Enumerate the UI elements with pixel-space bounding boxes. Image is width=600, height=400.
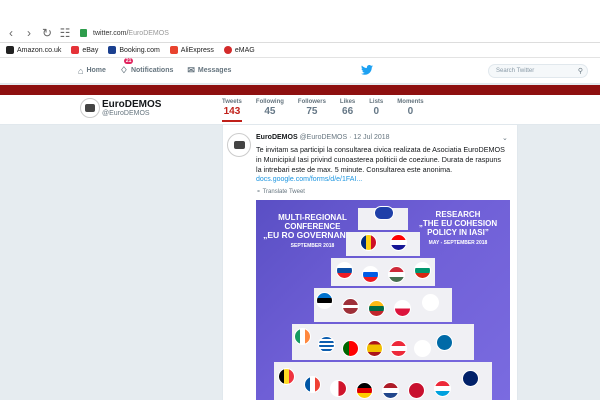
bookmark-amazon[interactable]: Amazon.co.uk xyxy=(6,46,61,54)
browser-top-area xyxy=(0,0,600,24)
malta-flag-icon xyxy=(330,380,347,397)
bookmark-emag[interactable]: eMAG xyxy=(223,46,255,54)
tweet-link[interactable]: docs.google.com/forms/d/e/1FAI... xyxy=(256,176,362,183)
twitter-bird-icon[interactable] xyxy=(361,65,373,75)
poland-flag-icon xyxy=(394,300,411,317)
envelope-icon: ✉ xyxy=(187,65,195,75)
search-icon[interactable]: ⚲ xyxy=(578,67,583,75)
romania-flag-icon xyxy=(360,234,377,251)
bell-icon: ♢ xyxy=(119,65,128,75)
tweet-text: Te invitam sa participi la consultarea c… xyxy=(256,145,505,174)
globe-icon: ⚬ xyxy=(256,189,262,195)
translate-tweet-link[interactable]: ⚬ Translate Tweet xyxy=(256,188,305,195)
bookmark-booking[interactable]: Booking.com xyxy=(108,46,160,54)
ireland-flag-icon xyxy=(294,328,311,345)
portugal-flag-icon xyxy=(342,340,359,357)
belgium-flag-icon xyxy=(278,368,295,385)
croatia-flag-icon xyxy=(390,234,407,251)
bookmark-aliexpress[interactable]: AliExpress xyxy=(169,46,214,54)
pyramid-tier-2 xyxy=(346,232,420,256)
profile-banner xyxy=(0,85,600,95)
luxembourg-flag-icon xyxy=(434,380,451,397)
tweet-image[interactable]: MULTI-REGIONAL CONFERENCE „EU RO GOVERNA… xyxy=(256,200,510,400)
back-icon[interactable]: ‹ xyxy=(4,26,18,40)
austria-flag-icon xyxy=(390,340,407,357)
nav-notifications[interactable]: ♢ 21 Notifications xyxy=(119,58,173,76)
eu-flag-icon xyxy=(374,206,394,220)
apps-grid-icon[interactable]: ☷ xyxy=(58,26,72,40)
profile-avatar[interactable] xyxy=(80,98,100,118)
booking-icon xyxy=(108,46,117,54)
greece-flag-icon xyxy=(318,336,335,353)
tweet-avatar[interactable] xyxy=(227,133,251,157)
latvia-flag-icon xyxy=(342,298,359,315)
chevron-down-icon[interactable]: ⌄ xyxy=(502,134,508,142)
stat-moments[interactable]: Moments 0 xyxy=(397,99,423,122)
emag-icon xyxy=(223,46,232,54)
slovakia-flag-icon xyxy=(336,262,353,279)
bookmark-ebay[interactable]: eBay xyxy=(71,46,98,54)
url-path: EuroDEMOS xyxy=(128,29,169,37)
bulgaria-flag-icon xyxy=(414,262,431,279)
lock-icon xyxy=(80,29,87,37)
bookmarks-bar: Amazon.co.uk eBay Booking.com AliExpress… xyxy=(0,43,600,58)
germany-flag-icon xyxy=(356,382,373,399)
france-flag-icon xyxy=(304,376,321,393)
finland-flag-icon xyxy=(414,340,431,357)
tweet-meta: @EuroDEMOS · 12 Jul 2018 xyxy=(299,134,390,141)
profile-handle[interactable]: @EuroDEMOS xyxy=(102,110,150,117)
estonia-flag-icon xyxy=(316,292,333,309)
forward-icon[interactable]: › xyxy=(22,26,36,40)
home-icon: ⌂ xyxy=(78,65,84,76)
stat-tweets[interactable]: Tweets 143 xyxy=(222,99,242,122)
stat-lists[interactable]: Lists 0 xyxy=(369,99,383,122)
notification-badge: 21 xyxy=(123,58,134,64)
stat-following[interactable]: Following 45 xyxy=(256,99,284,122)
stat-followers[interactable]: Followers 75 xyxy=(298,99,326,122)
tweet-header: EuroDEMOS @EuroDEMOS · 12 Jul 2018 xyxy=(256,134,390,141)
sweden-flag-icon xyxy=(436,334,453,351)
search-input[interactable]: Search Twitter ⚲ xyxy=(488,64,588,78)
url-field[interactable]: twitter.com/EuroDEMOS xyxy=(93,30,169,37)
aliexpress-icon xyxy=(169,46,178,54)
cyprus-flag-icon xyxy=(422,294,439,311)
stat-likes[interactable]: Likes 66 xyxy=(340,99,355,122)
profile-stats: Tweets 143 Following 45 Followers 75 Likes 6… xyxy=(222,99,438,122)
slovenia-flag-icon xyxy=(362,266,379,283)
denmark-flag-icon xyxy=(408,382,425,399)
lithuania-flag-icon xyxy=(368,300,385,317)
browser-address-bar: ‹ › ↻ ☷ twitter.com/EuroDEMOS xyxy=(0,24,600,43)
hungary-flag-icon xyxy=(388,266,405,283)
url-domain: twitter.com/ xyxy=(93,29,129,37)
uk-flag-icon xyxy=(462,370,479,387)
amazon-icon xyxy=(6,46,14,54)
profile-name[interactable]: EuroDEMOS xyxy=(102,99,161,110)
netherlands-flag-icon xyxy=(382,382,399,399)
tweet-author-name[interactable]: EuroDEMOS xyxy=(256,134,298,141)
ebay-icon xyxy=(71,46,80,54)
nav-messages[interactable]: ✉ Messages xyxy=(187,65,231,76)
spain-flag-icon xyxy=(366,340,383,357)
nav-home[interactable]: ⌂ Home xyxy=(78,66,106,76)
image-right-title: RESEARCH „THE EU COHESION POLICY IN IASI… xyxy=(418,210,498,246)
reload-icon[interactable]: ↻ xyxy=(40,26,54,40)
